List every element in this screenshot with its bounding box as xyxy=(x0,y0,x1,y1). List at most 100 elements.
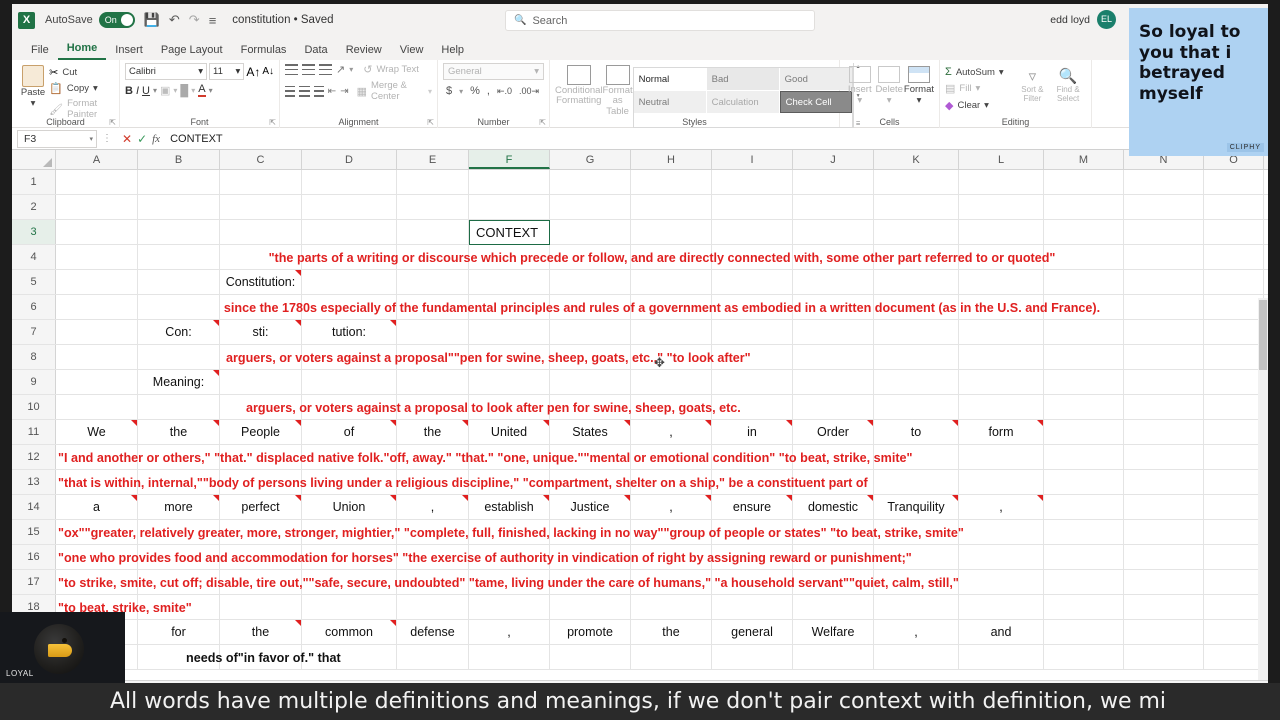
cell[interactable] xyxy=(712,245,793,269)
cell[interactable] xyxy=(959,295,1044,319)
column-header-g[interactable]: G xyxy=(550,150,631,169)
cell[interactable] xyxy=(631,220,712,244)
cell[interactable]: We xyxy=(56,420,138,444)
cell[interactable]: , xyxy=(874,620,959,644)
font-dialog-launcher[interactable]: ⇱ xyxy=(269,118,276,127)
cell[interactable] xyxy=(469,170,550,194)
cell[interactable] xyxy=(220,195,302,219)
chevron-down-icon[interactable]: ▾ xyxy=(153,86,157,95)
customize-quick-access-icon[interactable]: ≡ xyxy=(209,13,217,28)
cell[interactable] xyxy=(874,395,959,419)
cell[interactable] xyxy=(712,445,793,469)
cell[interactable]: ensure xyxy=(712,495,793,519)
cell[interactable] xyxy=(712,320,793,344)
cell[interactable] xyxy=(56,295,138,319)
cell[interactable]: , xyxy=(397,495,469,519)
cell[interactable] xyxy=(469,295,550,319)
cell[interactable] xyxy=(302,595,397,619)
grow-font-icon[interactable]: A↑ xyxy=(246,65,260,79)
cell[interactable] xyxy=(1204,470,1264,494)
cell[interactable] xyxy=(1124,445,1204,469)
cell[interactable] xyxy=(1044,170,1124,194)
column-header-h[interactable]: H xyxy=(631,150,712,169)
cell[interactable]: domestic xyxy=(793,495,874,519)
cell[interactable] xyxy=(631,645,712,669)
confirm-icon[interactable]: ✓ xyxy=(137,132,147,146)
cell[interactable] xyxy=(1124,345,1204,369)
cell[interactable] xyxy=(302,470,397,494)
row-header-4[interactable]: 4 xyxy=(12,245,56,269)
cell[interactable] xyxy=(1044,295,1124,319)
cell[interactable] xyxy=(550,445,631,469)
cell[interactable] xyxy=(1124,570,1204,594)
cell[interactable]: promote xyxy=(550,620,631,644)
cell[interactable] xyxy=(712,195,793,219)
cell[interactable] xyxy=(1044,220,1124,244)
cell[interactable] xyxy=(793,595,874,619)
cell[interactable] xyxy=(138,195,220,219)
cell[interactable] xyxy=(397,595,469,619)
column-header-j[interactable]: J xyxy=(793,150,874,169)
cell[interactable] xyxy=(397,320,469,344)
cell[interactable] xyxy=(631,195,712,219)
cell[interactable] xyxy=(550,645,631,669)
cell[interactable]: , xyxy=(631,420,712,444)
cell[interactable] xyxy=(959,645,1044,669)
cell[interactable] xyxy=(138,170,220,194)
cell[interactable] xyxy=(959,320,1044,344)
cell[interactable] xyxy=(397,345,469,369)
cell[interactable] xyxy=(56,395,138,419)
cancel-icon[interactable]: ✕ xyxy=(122,132,132,146)
cell[interactable] xyxy=(712,220,793,244)
cell[interactable] xyxy=(793,245,874,269)
row-header-16[interactable]: 16 xyxy=(12,545,56,569)
cell[interactable] xyxy=(1044,545,1124,569)
cell[interactable] xyxy=(793,570,874,594)
vertical-scrollbar[interactable] xyxy=(1258,298,1268,680)
cell[interactable] xyxy=(220,395,302,419)
cell[interactable] xyxy=(220,445,302,469)
chevron-down-icon[interactable]: ▾ xyxy=(459,87,463,96)
cell[interactable] xyxy=(1124,370,1204,394)
cell[interactable] xyxy=(138,395,220,419)
cell[interactable]: Justice xyxy=(550,495,631,519)
row-header-8[interactable]: 8 xyxy=(12,345,56,369)
cell[interactable] xyxy=(397,545,469,569)
cell[interactable] xyxy=(631,445,712,469)
cell[interactable]: sti: xyxy=(220,320,302,344)
cell[interactable]: States xyxy=(550,420,631,444)
wrap-text-label[interactable]: Wrap Text xyxy=(376,64,418,75)
cell[interactable] xyxy=(1204,595,1264,619)
cell[interactable] xyxy=(712,370,793,394)
cell[interactable] xyxy=(397,245,469,269)
cell[interactable] xyxy=(631,295,712,319)
italic-button[interactable]: I xyxy=(136,85,139,97)
cell[interactable] xyxy=(1204,570,1264,594)
cell-style-bad[interactable]: Bad xyxy=(706,68,779,90)
cell[interactable] xyxy=(793,270,874,294)
cell[interactable] xyxy=(1124,470,1204,494)
row-header-2[interactable]: 2 xyxy=(12,195,56,219)
scrollbar-thumb[interactable] xyxy=(1259,300,1267,370)
cell[interactable] xyxy=(959,245,1044,269)
cell[interactable] xyxy=(959,595,1044,619)
webcam-tile[interactable]: LOYAL xyxy=(0,612,125,690)
cell[interactable]: Meaning: xyxy=(138,370,220,394)
cell[interactable] xyxy=(302,345,397,369)
cell[interactable] xyxy=(631,395,712,419)
cell[interactable] xyxy=(1044,445,1124,469)
cell[interactable] xyxy=(1124,645,1204,669)
cell[interactable] xyxy=(550,295,631,319)
cell[interactable] xyxy=(469,245,550,269)
cell[interactable] xyxy=(1204,270,1264,294)
cell[interactable] xyxy=(56,470,138,494)
cell[interactable] xyxy=(550,395,631,419)
row-header-1[interactable]: 1 xyxy=(12,170,56,194)
cell[interactable] xyxy=(1124,320,1204,344)
cell[interactable] xyxy=(550,170,631,194)
cell[interactable] xyxy=(469,445,550,469)
cell[interactable] xyxy=(1204,620,1264,644)
cell[interactable] xyxy=(793,445,874,469)
font-size-select[interactable]: 11 ▾ xyxy=(209,63,245,80)
cell[interactable] xyxy=(1044,645,1124,669)
